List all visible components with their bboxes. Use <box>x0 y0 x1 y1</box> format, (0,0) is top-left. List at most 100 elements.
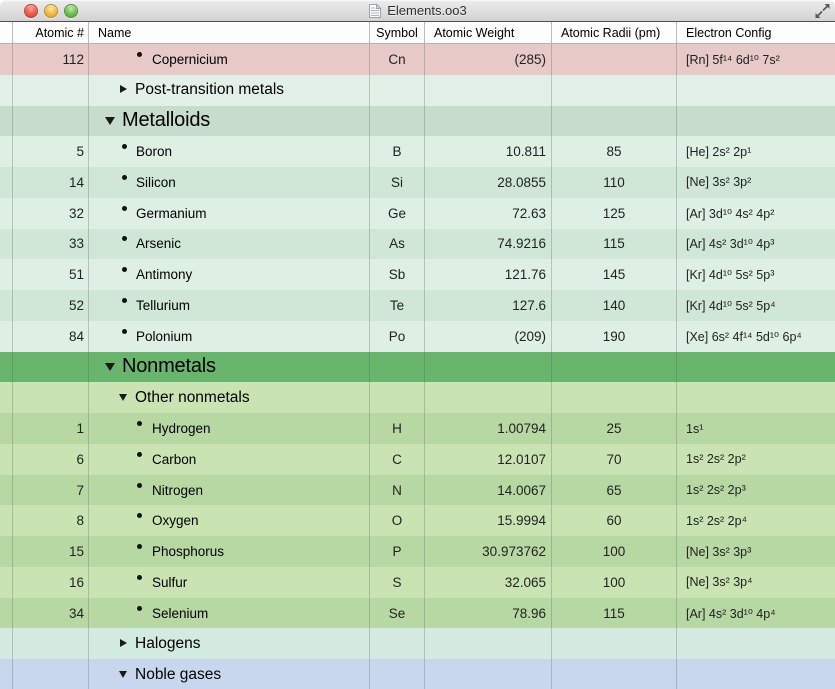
atomic-weight-cell[interactable] <box>425 352 552 383</box>
atomic-number-cell[interactable]: 5 <box>13 136 89 167</box>
atomic-radii-cell[interactable]: 65 <box>552 475 677 506</box>
column-header-electron-config[interactable]: Electron Config <box>677 22 835 43</box>
atomic-radii-cell[interactable] <box>552 628 677 659</box>
outline-row[interactable]: 84 Polonium Po (209) 190 [Xe] 6s² 4f¹⁴ 5… <box>0 321 835 352</box>
name-cell[interactable]: Nonmetals <box>89 352 370 383</box>
name-cell[interactable]: Antimony <box>89 259 370 290</box>
electron-config-cell[interactable]: [Xe] 6s² 4f¹⁴ 5d¹⁰ 6p⁴ <box>677 321 835 352</box>
atomic-radii-cell[interactable] <box>552 352 677 383</box>
electron-config-cell[interactable]: [He] 2s² 2p¹ <box>677 136 835 167</box>
outline-row[interactable]: 15 Phosphorus P 30.973762 100 [Ne] 3s² 3… <box>0 536 835 567</box>
symbol-cell[interactable]: Cn <box>370 44 425 75</box>
column-header-symbol[interactable]: Symbol <box>370 22 425 43</box>
atomic-radii-cell[interactable]: 110 <box>552 167 677 198</box>
name-cell[interactable]: Tellurium <box>89 290 370 321</box>
disclosure-triangle-collapsed[interactable] <box>116 640 130 648</box>
atomic-radii-cell[interactable]: 115 <box>552 598 677 629</box>
name-cell[interactable]: Metalloids <box>89 106 370 137</box>
name-cell[interactable]: Halogens <box>89 628 370 659</box>
atomic-weight-cell[interactable]: 32.065 <box>425 567 552 598</box>
electron-config-cell[interactable]: [Ar] 4s² 3d¹⁰ 4p³ <box>677 229 835 260</box>
outline-row[interactable]: 16 Sulfur S 32.065 100 [Ne] 3s² 3p⁴ <box>0 567 835 598</box>
atomic-radii-cell[interactable]: 85 <box>552 136 677 167</box>
row-bullet[interactable] <box>118 303 130 308</box>
electron-config-cell[interactable] <box>677 106 835 137</box>
atomic-radii-cell[interactable]: 100 <box>552 536 677 567</box>
atomic-weight-cell[interactable]: 127.6 <box>425 290 552 321</box>
atomic-weight-cell[interactable]: (209) <box>425 321 552 352</box>
atomic-number-cell[interactable]: 6 <box>13 444 89 475</box>
symbol-cell[interactable]: Se <box>370 598 425 629</box>
atomic-radii-cell[interactable]: 115 <box>552 229 677 260</box>
atomic-weight-cell[interactable] <box>425 106 552 137</box>
atomic-weight-cell[interactable]: 30.973762 <box>425 536 552 567</box>
atomic-radii-cell[interactable] <box>552 659 677 689</box>
electron-config-cell[interactable] <box>677 382 835 413</box>
atomic-number-cell[interactable]: 1 <box>13 413 89 444</box>
atomic-weight-cell[interactable]: 15.9994 <box>425 505 552 536</box>
atomic-number-cell[interactable]: 33 <box>13 229 89 260</box>
name-cell[interactable]: Silicon <box>89 167 370 198</box>
name-cell[interactable]: Selenium <box>89 598 370 629</box>
outline-row[interactable]: 1 Hydrogen H 1.00794 25 1s¹ <box>0 413 835 444</box>
atomic-number-cell[interactable]: 52 <box>13 290 89 321</box>
row-bullet[interactable] <box>118 149 130 154</box>
atomic-number-cell[interactable]: 7 <box>13 475 89 506</box>
atomic-number-cell[interactable]: 8 <box>13 505 89 536</box>
symbol-cell[interactable]: B <box>370 136 425 167</box>
atomic-weight-cell[interactable]: 12.0107 <box>425 444 552 475</box>
atomic-radii-cell[interactable] <box>552 44 677 75</box>
symbol-cell[interactable]: As <box>370 229 425 260</box>
symbol-cell[interactable] <box>370 628 425 659</box>
row-bullet[interactable] <box>133 488 145 493</box>
outline-row[interactable]: 5 Boron B 10.811 85 [He] 2s² 2p¹ <box>0 136 835 167</box>
electron-config-cell[interactable]: [Kr] 4d¹⁰ 5s² 5p³ <box>677 259 835 290</box>
outline-row[interactable]: 112 Copernicium Cn (285) [Rn] 5f¹⁴ 6d¹⁰ … <box>0 44 835 75</box>
symbol-cell[interactable]: Sb <box>370 259 425 290</box>
row-bullet[interactable] <box>133 57 145 62</box>
row-bullet[interactable] <box>118 211 130 216</box>
atomic-number-cell[interactable]: 112 <box>13 44 89 75</box>
atomic-number-cell[interactable] <box>13 352 89 383</box>
atomic-weight-cell[interactable] <box>425 659 552 689</box>
row-bullet[interactable] <box>133 549 145 554</box>
name-cell[interactable]: Germanium <box>89 198 370 229</box>
outline-row[interactable]: 14 Silicon Si 28.0855 110 [Ne] 3s² 3p² <box>0 167 835 198</box>
symbol-cell[interactable]: S <box>370 567 425 598</box>
outline-row[interactable]: Noble gases <box>0 659 835 689</box>
outline-row[interactable]: 7 Nitrogen N 14.0067 65 1s² 2s² 2p³ <box>0 475 835 506</box>
name-cell[interactable]: Sulfur <box>89 567 370 598</box>
electron-config-cell[interactable]: [Ar] 3d¹⁰ 4s² 4p² <box>677 198 835 229</box>
atomic-weight-cell[interactable]: 14.0067 <box>425 475 552 506</box>
atomic-number-cell[interactable]: 51 <box>13 259 89 290</box>
atomic-number-cell[interactable]: 15 <box>13 536 89 567</box>
electron-config-cell[interactable]: [Ne] 3s² 3p³ <box>677 536 835 567</box>
symbol-cell[interactable] <box>370 382 425 413</box>
atomic-radii-cell[interactable] <box>552 75 677 106</box>
atomic-number-cell[interactable]: 16 <box>13 567 89 598</box>
atomic-weight-cell[interactable]: 121.76 <box>425 259 552 290</box>
outline-row[interactable]: Post-transition metals <box>0 75 835 106</box>
symbol-cell[interactable]: N <box>370 475 425 506</box>
symbol-cell[interactable]: O <box>370 505 425 536</box>
electron-config-cell[interactable]: [Ne] 3s² 3p² <box>677 167 835 198</box>
name-cell[interactable]: Polonium <box>89 321 370 352</box>
atomic-radii-cell[interactable] <box>552 106 677 137</box>
atomic-number-cell[interactable] <box>13 382 89 413</box>
name-cell[interactable]: Oxygen <box>89 505 370 536</box>
symbol-cell[interactable] <box>370 659 425 689</box>
name-cell[interactable]: Copernicium <box>89 44 370 75</box>
atomic-weight-cell[interactable] <box>425 382 552 413</box>
symbol-cell[interactable] <box>370 352 425 383</box>
outline-row[interactable]: Other nonmetals <box>0 382 835 413</box>
column-header-name[interactable]: Name <box>89 22 370 43</box>
symbol-cell[interactable]: P <box>370 536 425 567</box>
symbol-cell[interactable]: H <box>370 413 425 444</box>
row-bullet[interactable] <box>133 611 145 616</box>
atomic-number-cell[interactable]: 14 <box>13 167 89 198</box>
name-cell[interactable]: Nitrogen <box>89 475 370 506</box>
row-bullet[interactable] <box>133 580 145 585</box>
atomic-radii-cell[interactable]: 25 <box>552 413 677 444</box>
outline-row[interactable]: 52 Tellurium Te 127.6 140 [Kr] 4d¹⁰ 5s² … <box>0 290 835 321</box>
electron-config-cell[interactable]: [Ne] 3s² 3p⁴ <box>677 567 835 598</box>
